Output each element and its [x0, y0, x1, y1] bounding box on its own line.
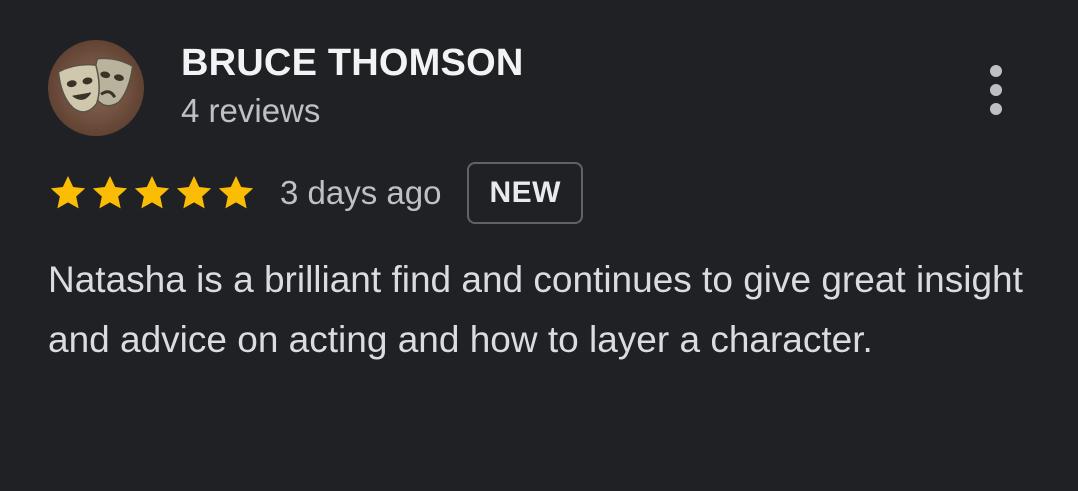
star-rating — [48, 173, 256, 213]
avatar[interactable] — [48, 40, 144, 136]
review-card: BRUCE THOMSON 4 reviews 3 days ago NEW N… — [0, 0, 1078, 491]
theater-masks-icon — [57, 57, 134, 113]
review-count: 4 reviews — [181, 92, 321, 129]
review-date: 3 days ago — [280, 174, 442, 211]
more-vert-icon — [990, 65, 1002, 77]
rating-row: 3 days ago NEW — [48, 160, 583, 226]
star-icon — [216, 173, 256, 213]
more-options-button[interactable] — [972, 56, 1020, 124]
more-vert-icon — [990, 103, 1002, 115]
new-badge: NEW — [467, 162, 583, 224]
star-icon — [174, 173, 214, 213]
star-icon — [132, 173, 172, 213]
review-text: Natasha is a brilliant find and continue… — [48, 259, 1023, 360]
author-name[interactable]: BRUCE THOMSON — [181, 42, 524, 85]
more-vert-icon — [990, 84, 1002, 96]
star-icon — [48, 173, 88, 213]
star-icon — [90, 173, 130, 213]
